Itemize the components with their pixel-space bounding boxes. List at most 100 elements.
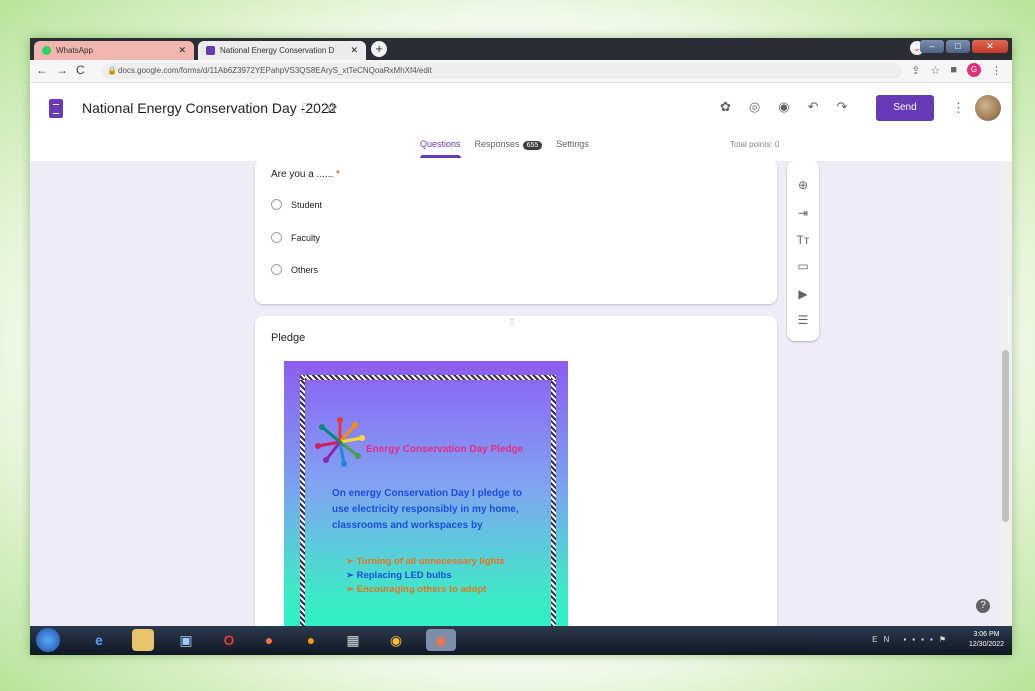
chrome-active-icon[interactable]: ◉ <box>426 629 456 651</box>
floating-toolbar: ⊕ ⇥ Tт ▭ ▶ ☰ <box>787 161 819 341</box>
help-icon[interactable]: ? <box>976 599 990 613</box>
pledge-bullets: ➢ Turning of all unnecessary lights ➢ Re… <box>346 555 526 597</box>
clock[interactable]: 3:06 PM 12/30/2022 <box>969 630 1004 650</box>
form-tabs: Questions Responses 655 Settings <box>420 139 589 158</box>
palette-icon[interactable]: ◎ <box>749 99 760 115</box>
clock-time: 3:06 PM <box>973 631 1000 638</box>
system-tray: EN ▪▪▪▪⚑ <box>872 635 952 644</box>
address-bar: ←→C 🔒 docs.google.com/forms/d/11Ab6Z3972… <box>30 60 1012 83</box>
maximize-button[interactable]: □ <box>946 40 970 53</box>
undo-icon[interactable]: ↶ <box>808 99 819 115</box>
option-student[interactable]: Student <box>271 199 322 210</box>
extensions-icon[interactable]: ■ <box>950 64 957 76</box>
app-icon[interactable]: ● <box>258 629 280 651</box>
add-video-icon[interactable]: ▶ <box>787 287 819 301</box>
form-editor-area: Are you a ...... * Student Faculty Other… <box>30 161 1012 626</box>
clock-date: 12/30/2022 <box>968 641 1004 648</box>
question-card[interactable]: Are you a ...... * Student Faculty Other… <box>255 161 777 304</box>
firefox-icon[interactable]: ● <box>300 629 322 651</box>
more-options-icon[interactable]: ⋮ <box>952 100 965 116</box>
addon-icon[interactable]: ✿ <box>720 99 731 115</box>
pledge-bullet: ➢ Turning of all unnecessary lights <box>346 556 505 567</box>
option-others[interactable]: Others <box>271 264 318 275</box>
title-icons: 🗀☆ <box>302 100 348 122</box>
radio-icon[interactable] <box>271 199 282 210</box>
import-questions-icon[interactable]: ⇥ <box>787 206 819 220</box>
header-actions: ✿ ◎ ◉ ↶ ↷ <box>720 99 847 115</box>
opera-icon[interactable]: O <box>218 629 240 651</box>
minimize-button[interactable]: – <box>920 40 944 53</box>
back-icon[interactable]: ← <box>36 63 56 77</box>
tab-label: National Energy Conservation D <box>220 46 335 55</box>
question-text: Are you a ...... <box>271 169 334 180</box>
folder-icon[interactable]: 🗀 <box>302 101 325 116</box>
new-tab-button[interactable]: + <box>371 41 387 57</box>
option-label: Student <box>291 199 323 210</box>
radio-icon[interactable] <box>271 264 282 275</box>
option-label: Others <box>291 264 319 275</box>
tab-settings[interactable]: Settings <box>556 139 589 150</box>
option-faculty[interactable]: Faculty <box>271 232 320 243</box>
radio-icon[interactable] <box>271 232 282 243</box>
add-title-icon[interactable]: Tт <box>787 233 819 247</box>
star-icon[interactable]: ☆ <box>325 101 348 116</box>
close-icon[interactable]: ✕ <box>178 45 186 56</box>
tab-google-forms[interactable]: National Energy Conservation D ✕ <box>198 41 366 60</box>
internet-explorer-icon[interactable]: e <box>88 629 110 651</box>
preview-eye-icon[interactable]: ◉ <box>778 99 789 115</box>
tab-responses-label: Responses <box>474 139 520 149</box>
scrollbar-thumb[interactable] <box>1002 350 1009 522</box>
people-circle-icon <box>315 417 365 467</box>
url-input[interactable]: 🔒 docs.google.com/forms/d/11Ab6Z3972YEPa… <box>102 63 902 79</box>
chrome-icon[interactable]: ◉ <box>385 629 407 651</box>
avatar[interactable] <box>975 95 1001 121</box>
forms-logo-icon[interactable] <box>49 99 63 118</box>
redo-icon[interactable]: ↷ <box>837 99 848 115</box>
scrollbar[interactable] <box>1001 161 1010 626</box>
option-label: Faculty <box>291 232 321 243</box>
forward-icon[interactable]: → <box>56 63 76 77</box>
file-explorer-icon[interactable] <box>132 629 154 651</box>
forms-header: National Energy Conservation Day -2022 🗀… <box>30 83 1012 162</box>
required-mark: * <box>336 169 340 180</box>
add-section-icon[interactable]: ☰ <box>787 313 819 327</box>
whatsapp-icon <box>42 46 51 55</box>
windows-taskbar: e ▣ O ● ● ▦ ◉ ◉ EN ▪▪▪▪⚑ 3:06 PM 12/30/20… <box>30 626 1012 655</box>
add-question-icon[interactable]: ⊕ <box>787 178 819 192</box>
forms-icon <box>206 46 215 55</box>
add-image-icon[interactable]: ▭ <box>787 259 819 273</box>
reload-icon[interactable]: C <box>76 63 93 77</box>
window-controls: – □ ✕ <box>920 40 1008 53</box>
send-button[interactable]: Send <box>876 95 934 121</box>
share-icon[interactable]: ⇪ <box>911 64 920 77</box>
tab-label: WhatsApp <box>56 46 93 55</box>
responses-count-badge: 655 <box>522 141 543 150</box>
close-icon[interactable]: ✕ <box>350 45 358 56</box>
pledge-heading: Energy Conservation Day Pledge <box>366 444 524 455</box>
section-title[interactable]: Pledge <box>271 332 305 344</box>
pledge-bullet: ➢ Encouraging others to adopt <box>346 584 487 595</box>
form-title[interactable]: National Energy Conservation Day -2022 <box>82 100 336 116</box>
start-button[interactable] <box>36 628 60 652</box>
question-title[interactable]: Are you a ...... * <box>271 169 340 180</box>
drag-handle-icon[interactable]: ⠿ <box>509 318 515 327</box>
pledge-card[interactable]: ⠿ Pledge Energy Conservation Day Pledge … <box>255 316 777 626</box>
profile-avatar[interactable]: G <box>967 63 981 77</box>
browser-tab-bar: WhatsApp ✕ National Energy Conservation … <box>30 38 1012 60</box>
close-window-button[interactable]: ✕ <box>972 40 1008 53</box>
pledge-body: On energy Conservation Day I pledge to u… <box>332 488 523 531</box>
bookmark-star-icon[interactable]: ☆ <box>930 64 940 77</box>
bullet-text: Encouraging others to adopt <box>356 584 487 595</box>
tab-whatsapp[interactable]: WhatsApp ✕ <box>34 41 194 60</box>
url-text: docs.google.com/forms/d/11Ab6Z3972YEPahp… <box>118 66 432 75</box>
tab-responses[interactable]: Responses 655 <box>475 139 543 150</box>
media-player-icon[interactable]: ▣ <box>175 629 197 651</box>
menu-dots-icon[interactable]: ⋮ <box>991 64 1002 77</box>
language-indicator[interactable]: EN <box>872 635 895 644</box>
bullet-text: Replacing LED bulbs <box>356 570 452 581</box>
tab-questions[interactable]: Questions <box>420 139 461 158</box>
network-app-icon[interactable]: ▦ <box>342 629 364 651</box>
bullet-text: Turning of all unnecessary lights <box>356 556 505 567</box>
screen: WhatsApp ✕ National Energy Conservation … <box>30 38 1012 655</box>
pledge-image[interactable]: Energy Conservation Day Pledge On energy… <box>284 361 568 626</box>
